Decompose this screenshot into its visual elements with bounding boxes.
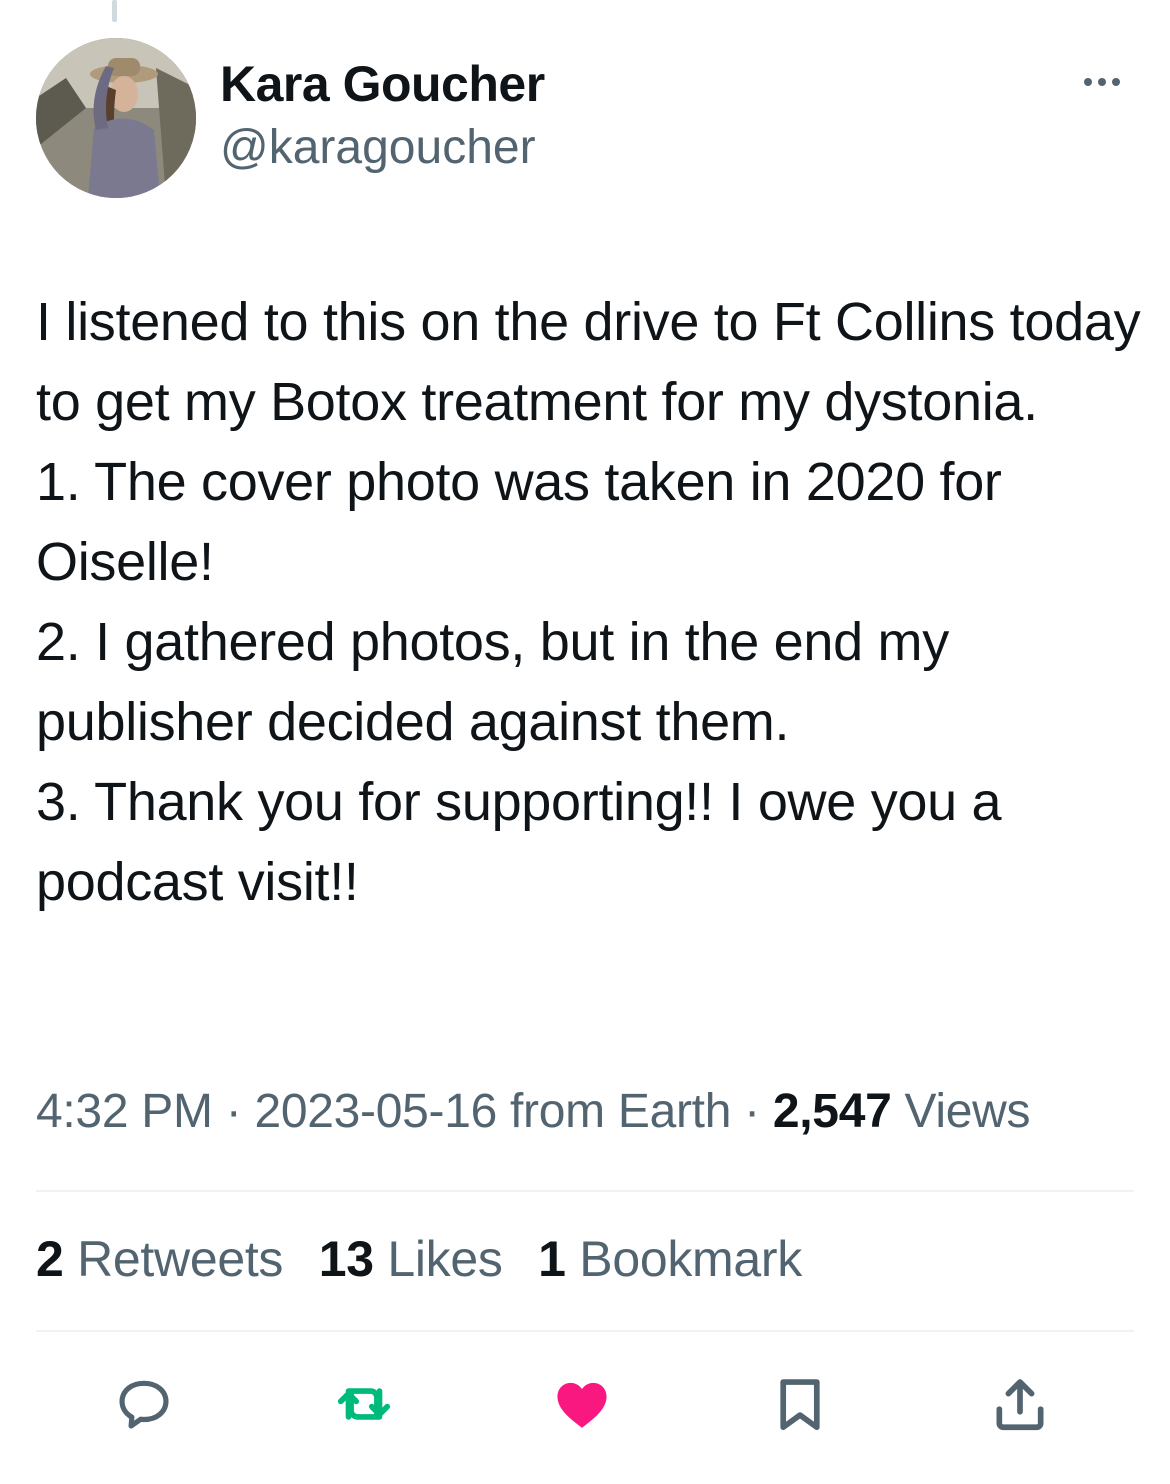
like-button[interactable] [550, 1372, 614, 1436]
likes-label: Likes [387, 1231, 503, 1287]
more-options-icon[interactable] [1084, 72, 1132, 92]
bookmark-button[interactable] [768, 1372, 832, 1436]
meta-separator: · [744, 1085, 760, 1138]
reply-button[interactable] [112, 1372, 176, 1436]
retweet-icon [337, 1388, 391, 1420]
meta-separator: · [225, 1085, 242, 1138]
retweets-label: Retweets [77, 1231, 284, 1287]
profile-photo [36, 38, 196, 198]
dot [1098, 78, 1106, 86]
bookmarks-stat[interactable]: 1 Bookmark [538, 1231, 802, 1287]
divider [36, 1190, 1134, 1192]
views-label: Views [904, 1085, 1031, 1138]
retweets-count: 2 [36, 1231, 64, 1287]
thread-line [112, 0, 117, 22]
share-icon [996, 1379, 1044, 1431]
avatar[interactable] [36, 38, 196, 198]
retweets-stat[interactable]: 2 Retweets [36, 1231, 283, 1287]
heart-icon [557, 1382, 607, 1428]
retweet-button[interactable] [332, 1372, 396, 1436]
author-name[interactable]: Kara Goucher [220, 55, 545, 113]
reply-icon [119, 1380, 169, 1429]
tweet-time[interactable]: 4:32 PM [36, 1085, 213, 1138]
likes-stat[interactable]: 13 Likes [319, 1231, 503, 1287]
engagement-stats: 2 Retweets 13 Likes 1 Bookmark [36, 1230, 824, 1288]
bookmark-icon [780, 1379, 820, 1431]
share-button[interactable] [988, 1372, 1052, 1436]
author-handle[interactable]: @karagoucher [220, 120, 536, 175]
divider [36, 1330, 1134, 1332]
likes-count: 13 [318, 1231, 374, 1287]
views-count: 2,547 [772, 1085, 892, 1138]
tweet-date-location[interactable]: 2023-05-16 from Earth [254, 1085, 731, 1138]
dot [1112, 78, 1120, 86]
bookmarks-count: 1 [538, 1231, 566, 1287]
bookmarks-label: Bookmark [579, 1231, 802, 1287]
tweet-text: I listened to this on the drive to Ft Co… [36, 292, 1141, 912]
dot [1084, 78, 1092, 86]
tweet-meta: 4:32 PM · 2023-05-16 from Earth · 2,547 … [36, 1084, 1031, 1139]
